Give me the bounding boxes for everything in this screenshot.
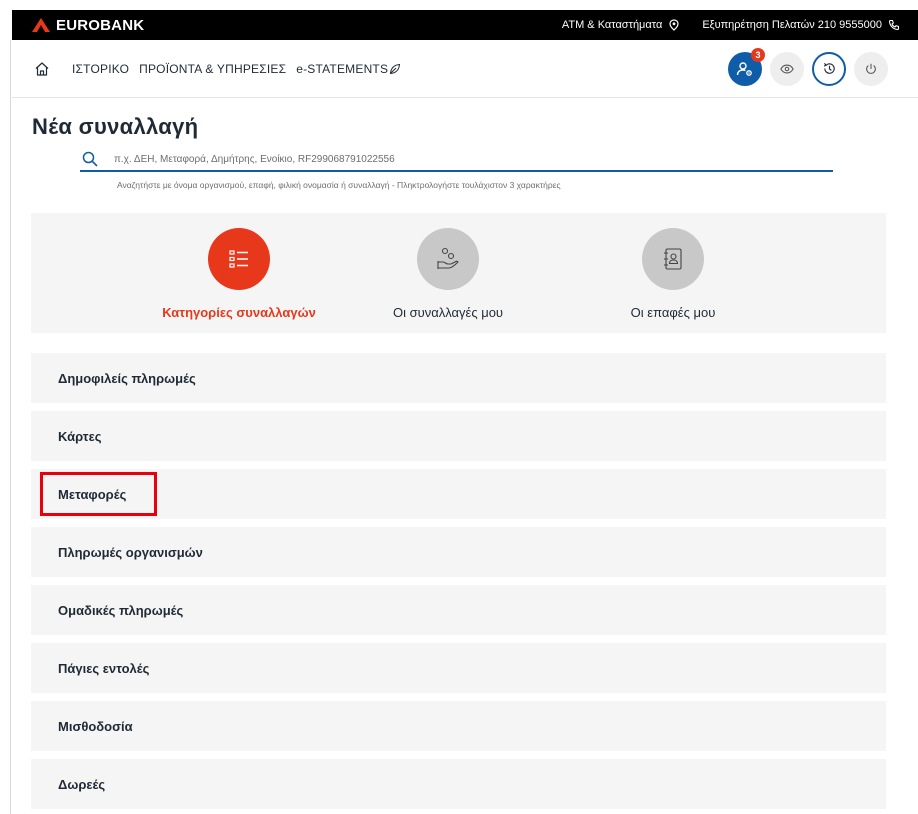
category-label: Ομαδικές πληρωμές <box>58 602 184 618</box>
atm-branches-label: ATM & Καταστήματα <box>561 19 663 31</box>
history-button[interactable] <box>812 51 846 86</box>
phone-icon <box>888 19 900 31</box>
tab-categories-icon-circle <box>208 228 270 290</box>
category-organization-payments[interactable]: Πληρωμές οργανισμών <box>31 527 886 577</box>
power-icon <box>866 63 876 74</box>
leaf-icon <box>390 63 401 74</box>
eurobank-logo-icon <box>32 18 50 32</box>
contacts-book-icon <box>664 248 682 270</box>
brand-name: EUROBANK <box>56 16 145 34</box>
search-input[interactable] <box>114 153 814 165</box>
category-label: Πάγιες εντολές <box>58 660 150 676</box>
main-navigation: ΙΣΤΟΡΙΚΟ ΠΡΟΪΟΝΤΑ & ΥΠΗΡΕΣΙΕΣ e-STATEMEN… <box>12 40 918 98</box>
search-bar <box>80 148 833 172</box>
category-standing-orders[interactable]: Πάγιες εντολές <box>31 643 886 693</box>
customer-support-label: Εξυπηρέτηση Πελατών 210 9555000 <box>702 19 882 31</box>
category-transfers[interactable]: Μεταφορές <box>31 469 886 519</box>
eurobank-logo[interactable]: EUROBANK <box>32 17 144 34</box>
nav-history[interactable]: ΙΣΤΟΡΙΚΟ <box>72 62 129 76</box>
category-cards[interactable]: Κάρτες <box>31 411 886 461</box>
category-donations[interactable]: Δωρεές <box>31 759 886 809</box>
tab-my-transactions-icon-circle <box>417 228 479 290</box>
transfers-highlight-box <box>40 472 157 516</box>
history-icon <box>823 62 835 74</box>
category-label: Δημοφιλείς πληρωμές <box>58 370 196 386</box>
category-label: Κάρτες <box>58 428 102 444</box>
user-settings-button[interactable]: 3 <box>728 47 765 86</box>
nav-e-statements[interactable]: e-STATEMENTS <box>296 62 388 76</box>
eye-icon <box>780 64 794 73</box>
tab-my-transactions-label: Οι συναλλαγές μου <box>392 305 504 320</box>
page-title: Νέα συναλλαγή <box>32 114 199 139</box>
toggle-visibility-button[interactable] <box>770 51 804 86</box>
search-hint: Αναζητήστε με όνομα οργανισμού, επαφή, φ… <box>117 180 561 190</box>
top-bar: EUROBANK ATM & Καταστήματα Εξυπηρέτηση Π… <box>12 10 918 40</box>
category-label: Μισθοδοσία <box>58 718 133 734</box>
user-settings-icon <box>736 61 752 76</box>
category-group-payments[interactable]: Ομαδικές πληρωμές <box>31 585 886 635</box>
list-icon <box>229 250 248 268</box>
tab-my-transactions[interactable]: Οι συναλλαγές μου <box>348 213 548 320</box>
atm-branches-link[interactable]: ATM & Καταστήματα <box>562 19 680 31</box>
transaction-tabs: Κατηγορίες συναλλαγών Οι συναλλαγές μου … <box>31 213 886 333</box>
category-payroll[interactable]: Μισθοδοσία <box>31 701 886 751</box>
location-pin-icon <box>669 19 679 31</box>
home-icon[interactable] <box>34 61 50 77</box>
logout-button[interactable] <box>854 51 888 86</box>
nav-products-services[interactable]: ΠΡΟΪΟΝΤΑ & ΥΠΗΡΕΣΙΕΣ <box>139 62 286 76</box>
category-label: Δωρεές <box>58 776 106 792</box>
tab-my-contacts[interactable]: Οι επαφές μου <box>573 213 773 320</box>
notification-badge: 3 <box>751 47 765 62</box>
customer-support-link[interactable]: Εξυπηρέτηση Πελατών 210 9555000 <box>702 19 900 31</box>
tab-categories-label: Κατηγορίες συναλλαγών <box>162 305 316 320</box>
category-popular-payments[interactable]: Δημοφιλείς πληρωμές <box>31 353 886 403</box>
tab-my-contacts-label: Οι επαφές μου <box>630 305 716 320</box>
tab-transaction-categories[interactable]: Κατηγορίες συναλλαγών <box>129 213 349 320</box>
search-icon <box>82 151 98 167</box>
left-divider <box>10 40 11 814</box>
category-label: Πληρωμές οργανισμών <box>58 544 203 560</box>
tab-my-contacts-icon-circle <box>642 228 704 290</box>
hand-coins-icon <box>437 247 459 269</box>
